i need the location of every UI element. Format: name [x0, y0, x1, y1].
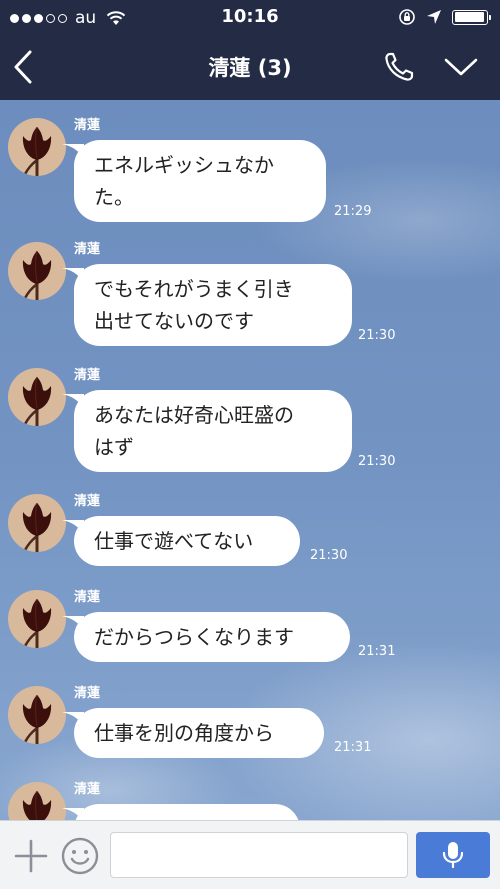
rotation-lock-icon: [399, 9, 415, 25]
battery-icon: [452, 9, 491, 25]
microphone-icon: [442, 842, 464, 869]
message-time: 21:30: [358, 328, 396, 343]
tulip-icon: [22, 126, 52, 176]
sender-name: 清蓮: [74, 782, 101, 797]
voice-message-button[interactable]: [416, 832, 490, 878]
chevron-down-icon[interactable]: [442, 52, 480, 82]
avatar[interactable]: [8, 118, 66, 176]
message-bubble[interactable]: あなたは好奇心旺盛の はず: [74, 390, 352, 472]
message-time: 21:31: [334, 740, 372, 755]
message-text: 仕事で遊べてない: [94, 529, 254, 553]
message-text: あなたは好奇心旺盛の はず: [94, 403, 294, 459]
tulip-icon: [22, 694, 52, 744]
tulip-icon: [22, 790, 52, 820]
tulip-icon: [22, 502, 52, 552]
avatar[interactable]: [8, 686, 66, 744]
avatar[interactable]: [8, 590, 66, 648]
message-bubble[interactable]: エネルギッシュなか た。: [74, 140, 326, 222]
smiley-icon[interactable]: [60, 836, 100, 876]
avatar[interactable]: [8, 782, 66, 820]
message-text: エネルギッシュなか た。: [94, 153, 274, 209]
message-bubble[interactable]: だからつらくなります: [74, 612, 350, 662]
message-time: 21:31: [358, 644, 396, 659]
chat-message-list[interactable]: 清蓮 エネルギッシュなか た。 21:29 清蓮 でもそれがうまく引き 出せてな…: [0, 100, 500, 820]
location-arrow-icon: [427, 10, 441, 24]
plus-icon[interactable]: [12, 837, 50, 875]
phone-icon[interactable]: [380, 48, 418, 86]
sender-name: 清蓮: [74, 590, 101, 605]
chat-header: 清蓮 (3): [0, 34, 500, 100]
sender-name: 清蓮: [74, 118, 101, 133]
message-time: 21:30: [310, 548, 348, 563]
message-text: 仕事を別の角度から: [94, 721, 274, 745]
sender-name: 清蓮: [74, 368, 101, 383]
message-input-bar: [0, 820, 500, 889]
message-text: だからつらくなります: [94, 625, 294, 649]
message-bubble[interactable]: 仕事で遊べてない: [74, 516, 300, 566]
avatar[interactable]: [8, 494, 66, 552]
chat-title: 清蓮 (3): [208, 56, 292, 80]
message-bubble[interactable]: でもそれがうまく引き 出せてないのです: [74, 264, 352, 346]
tulip-icon: [22, 598, 52, 648]
tulip-icon: [22, 376, 52, 426]
message-input[interactable]: [110, 832, 408, 878]
message-time: 21:30: [358, 454, 396, 469]
sender-name: 清蓮: [74, 686, 101, 701]
sender-name: 清蓮: [74, 494, 101, 509]
message-text: でもそれがうまく引き 出せてないのです: [94, 277, 294, 333]
tulip-icon: [22, 250, 52, 300]
avatar[interactable]: [8, 242, 66, 300]
message-time: 21:29: [334, 204, 372, 219]
avatar[interactable]: [8, 368, 66, 426]
message-bubble[interactable]: 仕事を別の角度から: [74, 708, 324, 758]
status-bar: au 10:16: [0, 0, 500, 34]
sender-name: 清蓮: [74, 242, 101, 257]
message-bubble[interactable]: [74, 804, 300, 820]
